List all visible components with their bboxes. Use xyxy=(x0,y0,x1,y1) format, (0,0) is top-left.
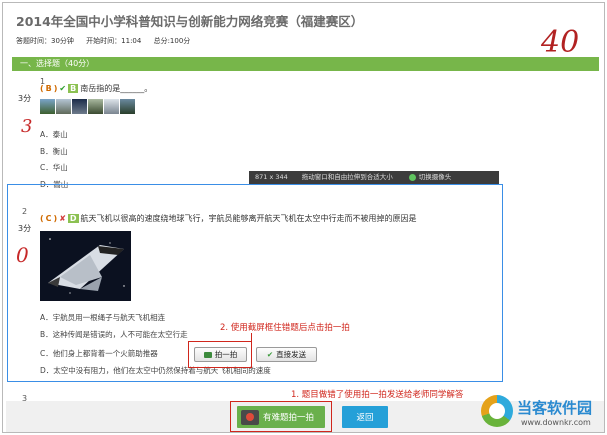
snap-highlight-box xyxy=(188,341,252,368)
question-2-answer-line: ( C ) ✘ D 航天飞机以很高的速度绕地球飞行，宇航员能够离开航天飞机在太空… xyxy=(40,213,417,224)
handwritten-question-2-score: 0 xyxy=(16,243,29,267)
paren-close: ) xyxy=(53,84,58,93)
hard-question-label: 有难题拍一拍 xyxy=(263,413,315,423)
annotation-step-1: 1. 题目做错了使用拍一拍发送给老师同学解答 xyxy=(291,390,464,400)
question-1-option-b[interactable]: B．衡山 xyxy=(40,146,68,157)
camera-switch-icon[interactable] xyxy=(408,174,416,181)
handwritten-question-1-score: 3 xyxy=(21,116,33,137)
send-directly-button[interactable]: ✔ 直接发送 xyxy=(256,347,317,362)
answer-time: 答题时间：30分钟 xyxy=(16,37,74,45)
send-button-label: 直接发送 xyxy=(276,350,307,359)
question-1-answer-line: ( B ) ✔ B 南岳指的是______。 xyxy=(40,83,152,94)
question-1-option-c[interactable]: C．华山 xyxy=(40,162,68,173)
handwritten-total-score: 40 xyxy=(541,25,580,60)
mountain-thumbnail xyxy=(72,99,87,114)
start-time: 开始时间：11:04 xyxy=(86,37,142,45)
logo-url: www.downkr.com xyxy=(521,418,591,427)
logo-mark-icon xyxy=(481,395,513,427)
capture-toolbar[interactable]: 871 x 344 拖动窗口和自由拉伸到合适大小 切换摄像头 xyxy=(249,171,499,184)
total-score: 总分:100分 xyxy=(153,37,191,45)
annotation-pointer xyxy=(251,333,252,343)
hard-question-snap-button[interactable]: 有难题拍一拍 xyxy=(237,406,325,428)
logo-name: 当客软件园 xyxy=(517,399,593,417)
capture-dimensions: 871 x 344 xyxy=(255,173,288,181)
mountain-thumbnail xyxy=(88,99,103,114)
question-1-images xyxy=(40,99,135,114)
correct-answer-badge: D xyxy=(67,214,79,223)
capture-hint: 拖动窗口和自由拉伸到合适大小 xyxy=(301,173,393,181)
page-title: 2014年全国中小学科普知识与创新能力网络竞赛（福建赛区） xyxy=(16,14,364,29)
correct-answer-badge: B xyxy=(68,84,79,93)
question-2-number: 2 xyxy=(22,207,28,216)
exam-page: 2014年全国中小学科普知识与创新能力网络竞赛（福建赛区） 答题时间：30分钟 … xyxy=(2,2,605,433)
camera-icon xyxy=(241,409,259,425)
mountain-thumbnail xyxy=(56,99,71,114)
question-2-option-c[interactable]: C．他们身上都背着一个火箭助推器 xyxy=(40,348,158,359)
exam-meta: 答题时间：30分钟 开始时间：11:04 总分:100分 xyxy=(16,36,200,46)
watermark-logo: 当客软件园 www.downkr.com xyxy=(481,395,604,432)
space-shuttle-image xyxy=(40,231,131,301)
annotation-step-2: 2. 使用截屏框住错题后点击拍一拍 xyxy=(220,323,350,333)
question-2-points: 3分 xyxy=(18,224,32,233)
question-2-option-b[interactable]: B．这种传闻是错误的，人不可能在太空行走 xyxy=(40,329,188,340)
mountain-thumbnail xyxy=(40,99,55,114)
mountain-thumbnail xyxy=(104,99,119,114)
wrong-x-icon: ✘ xyxy=(59,214,66,223)
question-1-points: 3分 xyxy=(18,94,32,103)
user-answer: C xyxy=(45,214,52,223)
user-answer: B xyxy=(45,84,52,93)
question-2-text: 航天飞机以很高的速度绕地球飞行，宇航员能够离开航天飞机在太空中行走而不被甩掉的原… xyxy=(80,214,417,223)
mountain-thumbnail xyxy=(120,99,135,114)
switch-camera-button[interactable]: 切换摄像头 xyxy=(419,171,452,184)
check-icon: ✔ xyxy=(59,84,67,93)
back-button[interactable]: 返回 xyxy=(342,406,388,428)
paren-open: ( xyxy=(40,214,44,223)
check-icon: ✔ xyxy=(266,350,274,359)
question-1-option-a[interactable]: A．泰山 xyxy=(40,129,68,140)
section-header: 一、选择题（40分） xyxy=(12,57,599,71)
question-2-option-a[interactable]: A．宇航员用一根绳子与航天飞机相连 xyxy=(40,312,165,323)
question-1-text: 南岳指的是______。 xyxy=(80,84,153,93)
paren-open: ( xyxy=(40,84,44,93)
paren-close: ) xyxy=(53,214,58,223)
